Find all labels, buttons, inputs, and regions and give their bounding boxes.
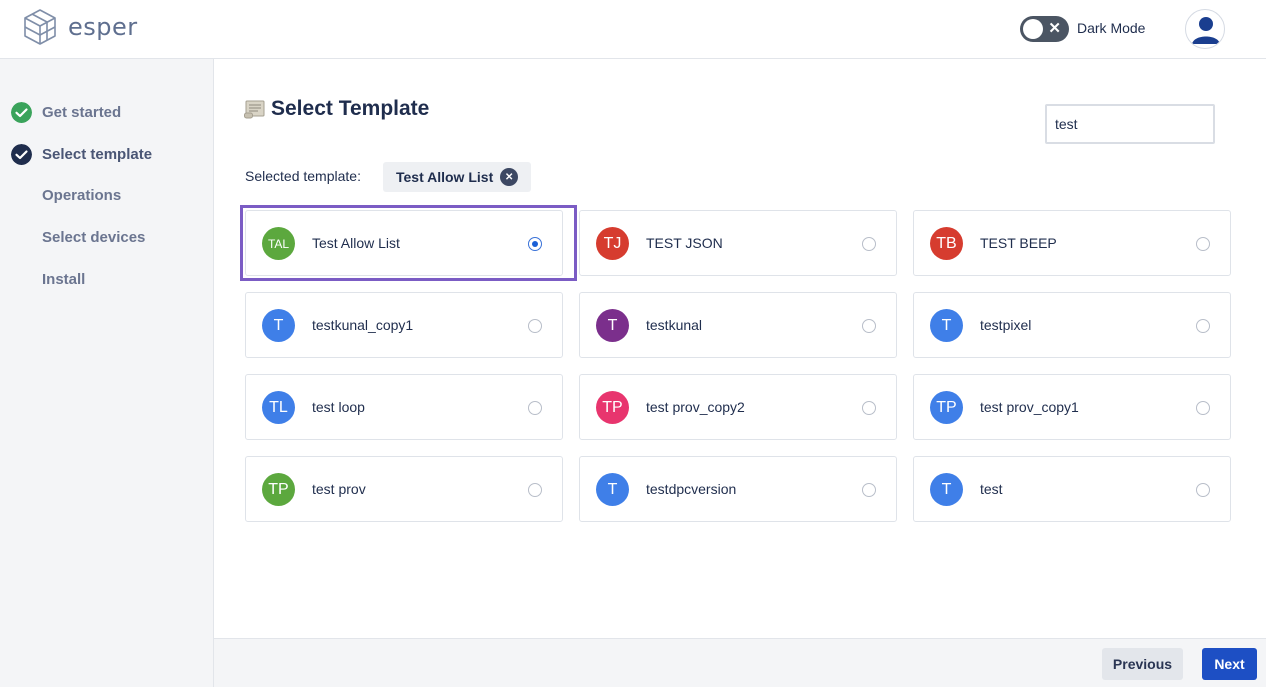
template-avatar: TJ — [596, 227, 629, 260]
title-text: Select Template — [271, 97, 430, 120]
scroll-icon — [244, 100, 265, 119]
template-name: test — [980, 481, 1003, 497]
step-label: Get started — [42, 103, 122, 121]
template-radio[interactable] — [862, 237, 876, 251]
step-get-started[interactable]: Get started — [0, 100, 214, 124]
template-card[interactable]: T testkunal_copy1 — [245, 292, 563, 358]
template-avatar: TP — [596, 391, 629, 424]
template-avatar: TP — [930, 391, 963, 424]
step-label: Select template — [42, 145, 153, 163]
template-name: test prov_copy1 — [980, 399, 1079, 415]
template-name: testpixel — [980, 317, 1032, 333]
search-input[interactable] — [1045, 104, 1215, 144]
template-avatar: T — [596, 309, 629, 342]
template-card[interactable]: T testkunal — [579, 292, 897, 358]
template-avatar: T — [596, 473, 629, 506]
next-button[interactable]: Next — [1202, 648, 1257, 680]
template-radio[interactable] — [862, 319, 876, 333]
wizard-footer: Previous Next — [214, 638, 1266, 687]
step-label: Install — [42, 270, 86, 288]
template-radio[interactable] — [528, 237, 542, 251]
template-card[interactable]: T testdpcversion — [579, 456, 897, 522]
template-avatar: T — [930, 473, 963, 506]
user-icon — [1192, 17, 1220, 44]
template-card[interactable]: TAL Test Allow List — [245, 210, 563, 276]
step-label: Select devices — [42, 228, 146, 246]
template-card[interactable]: TP test prov — [245, 456, 563, 522]
template-name: testkunal_copy1 — [312, 317, 414, 333]
template-avatar: T — [930, 309, 963, 342]
template-card[interactable]: TB TEST BEEP — [913, 210, 1231, 276]
esper-logo-icon — [24, 9, 56, 45]
remove-selection-icon[interactable]: ✕ — [500, 168, 519, 186]
dark-mode-toggle[interactable]: ✕ — [1020, 16, 1069, 42]
template-name: test prov — [312, 481, 366, 497]
template-name: TEST JSON — [646, 235, 723, 251]
selected-template-label: Selected template: — [245, 168, 361, 184]
template-radio[interactable] — [1196, 483, 1210, 497]
template-radio[interactable] — [862, 401, 876, 415]
user-avatar[interactable] — [1185, 9, 1225, 49]
template-card[interactable]: T testpixel — [913, 292, 1231, 358]
check-circle-icon — [11, 101, 32, 123]
steps-sidebar: Get started Select template Operations S… — [0, 59, 214, 687]
template-avatar: TP — [262, 473, 295, 506]
template-avatar: TL — [262, 391, 295, 424]
template-card[interactable]: TJ TEST JSON — [579, 210, 897, 276]
selected-template-chip: Test Allow List ✕ — [383, 162, 532, 192]
main-content: Select Template Selected template: Test … — [214, 59, 1266, 638]
dark-mode-label: Dark Mode — [1077, 20, 1146, 36]
template-card[interactable]: TP test prov_copy1 — [913, 374, 1231, 440]
top-header: esper ✕ Dark Mode — [0, 0, 1266, 59]
step-operations[interactable]: Operations — [0, 183, 214, 207]
template-radio[interactable] — [862, 483, 876, 497]
check-circle-icon — [11, 143, 32, 165]
template-name: testkunal — [646, 317, 703, 333]
step-install[interactable]: Install — [0, 267, 214, 291]
template-name: testdpcversion — [646, 481, 737, 497]
template-avatar: TB — [930, 227, 963, 260]
step-select-devices[interactable]: Select devices — [0, 225, 214, 249]
template-radio[interactable] — [1196, 319, 1210, 333]
template-radio[interactable] — [1196, 401, 1210, 415]
close-icon: ✕ — [1048, 20, 1061, 37]
template-name: Test Allow List — [312, 235, 400, 251]
template-name: TEST BEEP — [980, 235, 1057, 251]
logo-text: esper — [68, 13, 138, 41]
step-select-template[interactable]: Select template — [0, 142, 214, 166]
template-card[interactable]: T test — [913, 456, 1231, 522]
toggle-knob — [1023, 19, 1043, 39]
template-card[interactable]: TP test prov_copy2 — [579, 374, 897, 440]
previous-button[interactable]: Previous — [1102, 648, 1183, 680]
page-title: Select Template — [244, 97, 429, 121]
template-avatar: T — [262, 309, 295, 342]
template-radio[interactable] — [1196, 237, 1210, 251]
template-card[interactable]: TL test loop — [245, 374, 563, 440]
esper-logo[interactable]: esper — [22, 8, 138, 46]
chip-text: Test Allow List — [396, 169, 494, 185]
template-radio[interactable] — [528, 483, 542, 497]
template-radio[interactable] — [528, 319, 542, 333]
template-name: test loop — [312, 399, 365, 415]
template-radio[interactable] — [528, 401, 542, 415]
step-label: Operations — [42, 186, 122, 204]
template-avatar: TAL — [262, 227, 295, 260]
template-name: test prov_copy2 — [646, 399, 745, 415]
